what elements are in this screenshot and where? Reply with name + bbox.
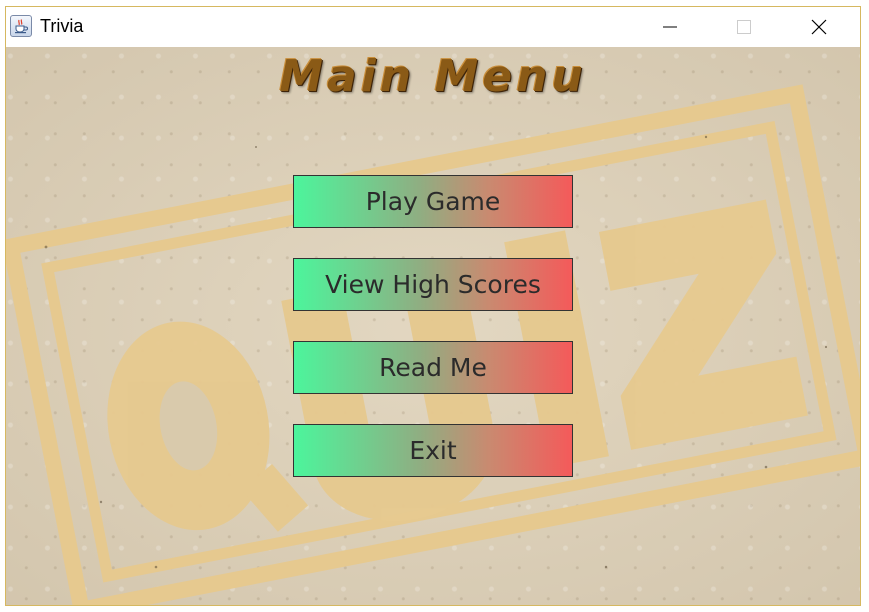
app-window: Trivia Main Menu Play Game View High Sco…: [5, 6, 861, 606]
minimize-icon: [663, 26, 677, 28]
maximize-button[interactable]: [721, 7, 767, 47]
view-high-scores-button[interactable]: View High Scores: [293, 258, 573, 311]
read-me-button[interactable]: Read Me: [293, 341, 573, 394]
maximize-icon: [737, 20, 751, 34]
main-menu-panel: Main Menu Play Game View High Scores Rea…: [6, 47, 860, 605]
window-title: Trivia: [40, 16, 84, 36]
page-title: Main Menu: [279, 51, 587, 102]
close-icon: [811, 19, 827, 35]
close-button[interactable]: [796, 7, 842, 47]
title-bar[interactable]: Trivia: [6, 7, 860, 47]
exit-button[interactable]: Exit: [293, 424, 573, 477]
quiz-stamp-watermark: [6, 84, 860, 605]
minimize-button[interactable]: [647, 7, 693, 47]
play-game-button[interactable]: Play Game: [293, 175, 573, 228]
java-cup-icon: [10, 15, 32, 37]
